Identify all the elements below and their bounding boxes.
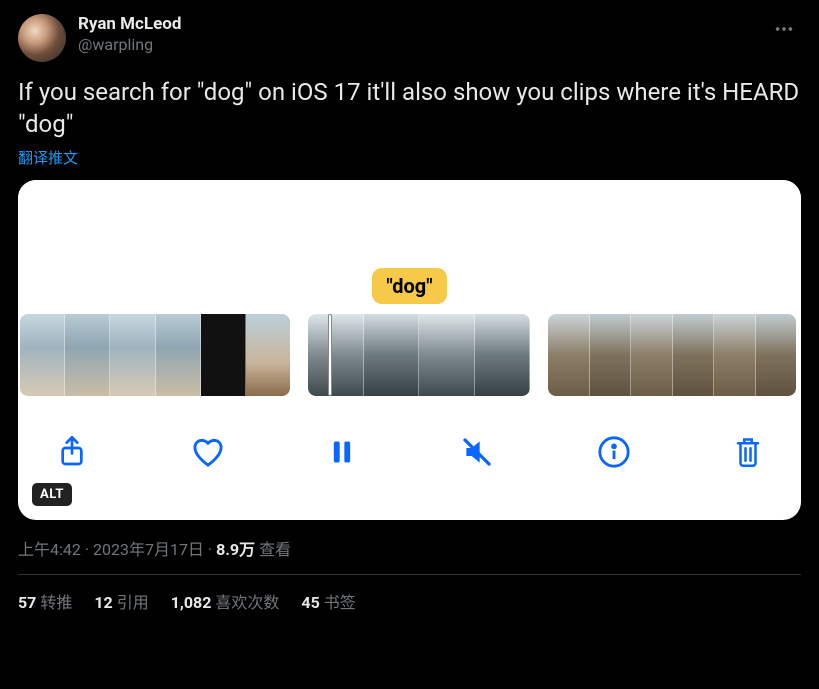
tweet-meta: 上午4:42 · 2023年7月17日 · 8.9万 查看 (18, 536, 801, 575)
trash-icon[interactable] (733, 435, 763, 469)
timeline-frame (110, 314, 155, 396)
timeline-frame (364, 314, 420, 396)
timeline-frame (673, 314, 715, 396)
video-timeline[interactable] (18, 306, 801, 404)
clip-group[interactable] (548, 314, 796, 396)
timeline-frame (246, 314, 290, 396)
media-attachment[interactable]: "dog" (18, 180, 801, 520)
author-lines: Ryan McLeod @warpling (78, 14, 181, 55)
likes-stat[interactable]: 1,082喜欢次数 (171, 589, 280, 613)
tweet-date[interactable]: 2023年7月17日 (93, 540, 204, 559)
info-icon[interactable] (597, 435, 631, 469)
views-count[interactable]: 8.9万 (216, 540, 255, 559)
quotes-stat[interactable]: 12引用 (94, 589, 148, 613)
more-options-icon[interactable] (767, 14, 801, 44)
clip-group[interactable] (20, 314, 290, 396)
timeline-frame (20, 314, 65, 396)
bookmarks-stat[interactable]: 45书签 (301, 589, 355, 613)
timeline-frame (201, 314, 246, 396)
media-top-space (18, 180, 801, 266)
heart-icon[interactable] (190, 436, 226, 468)
tweet-text: If you search for "dog" on iOS 17 it'll … (18, 76, 801, 141)
timeline-frame (631, 314, 673, 396)
mute-icon[interactable] (459, 436, 495, 468)
share-icon[interactable] (56, 434, 88, 470)
timeline-frame (714, 314, 756, 396)
timeline-frame (475, 314, 531, 396)
clip-group[interactable] (308, 314, 530, 396)
caption-bubble-row: "dog" (18, 266, 801, 306)
timeline-frame (65, 314, 110, 396)
display-name[interactable]: Ryan McLeod (78, 14, 181, 35)
media-toolbar (18, 404, 801, 482)
translate-link[interactable]: 翻译推文 (18, 147, 78, 168)
timeline-frame (156, 314, 201, 396)
timeline-frame (756, 314, 797, 396)
timeline-frame (419, 314, 475, 396)
handle[interactable]: @warpling (78, 35, 181, 55)
retweets-stat[interactable]: 57转推 (18, 589, 72, 613)
tweet-container: Ryan McLeod @warpling If you search for … (0, 0, 819, 613)
pause-icon[interactable] (328, 436, 356, 468)
views-label: 查看 (255, 540, 291, 559)
avatar[interactable] (18, 14, 66, 62)
tweet-stats: 57转推 12引用 1,082喜欢次数 45书签 (18, 575, 801, 613)
playhead-line[interactable] (328, 314, 332, 396)
tweet-time[interactable]: 上午4:42 (18, 540, 81, 559)
tweet-header: Ryan McLeod @warpling (18, 14, 801, 62)
alt-badge[interactable]: ALT (32, 483, 72, 506)
timeline-frame (308, 314, 364, 396)
timeline-frame (548, 314, 590, 396)
caption-bubble: "dog" (372, 268, 446, 304)
timeline-frame (590, 314, 632, 396)
author-block[interactable]: Ryan McLeod @warpling (18, 14, 181, 62)
